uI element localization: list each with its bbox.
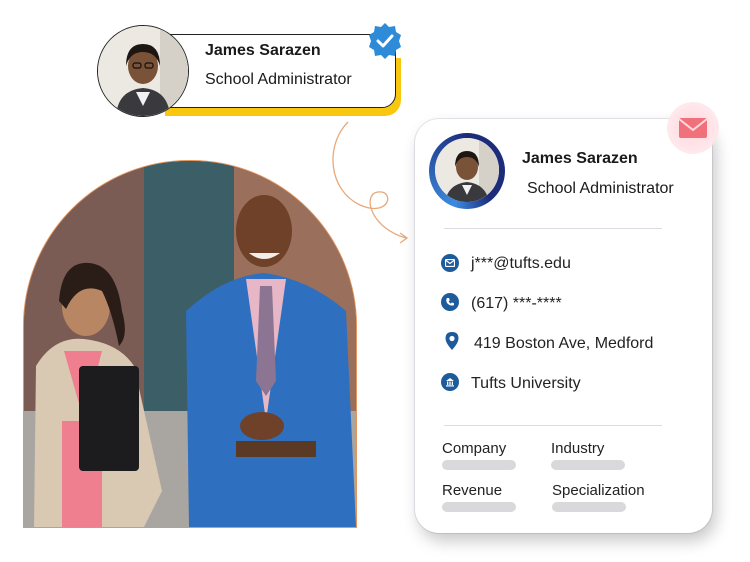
photo-arch [23,160,357,528]
divider [444,228,662,229]
building-icon [441,373,459,391]
organization-text: Tufts University [471,375,581,392]
field-placeholder-specialization [552,502,626,512]
field-placeholder-revenue [442,502,516,512]
email-text[interactable]: j***@tufts.edu [471,255,571,273]
address-text: 419 Boston Ave, Medford [474,335,654,352]
envelope-icon[interactable] [667,102,719,154]
field-placeholder-industry [551,460,625,470]
connector-arrow [332,121,409,244]
field-label-company: Company [442,440,507,457]
field-label-specialization: Specialization [552,482,645,499]
verified-check-icon [369,23,401,59]
field-placeholder-company [442,460,516,470]
field-label-revenue: Revenue [442,482,503,499]
field-label-industry: Industry [551,440,605,457]
email-icon [441,254,459,272]
card-role: School Administrator [527,180,674,197]
location-icon [443,332,461,350]
card-name: James Sarazen [522,150,638,167]
phone-text[interactable]: (617) ***-**** [471,295,562,313]
divider [444,425,662,426]
phone-icon [441,293,459,311]
card-avatar [435,138,499,202]
badge-role: School Administrator [205,71,352,88]
badge-avatar [97,25,189,117]
badge-name: James Sarazen [205,42,321,59]
